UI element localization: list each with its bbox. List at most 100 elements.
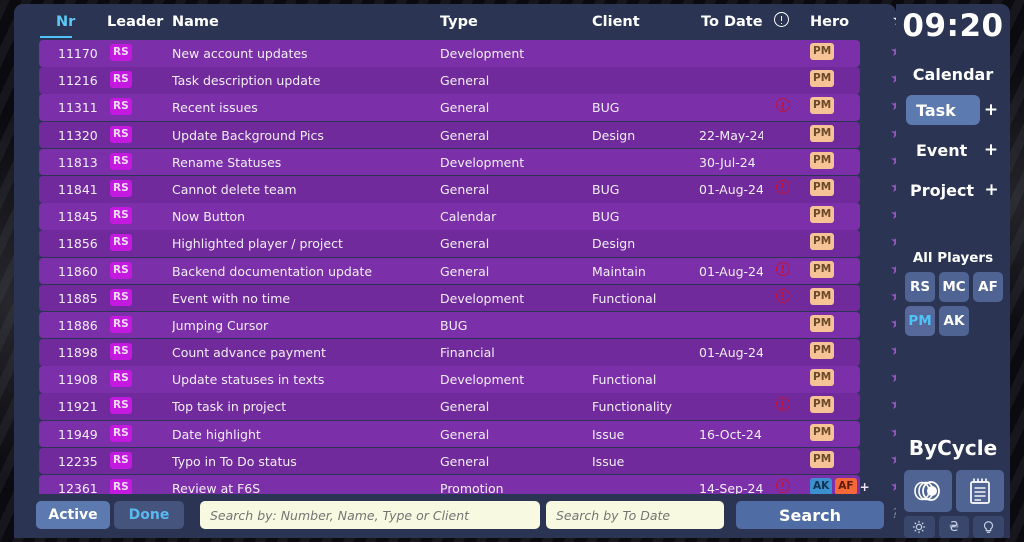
table-row[interactable]: 11216RSTask description updateGeneralPM★ (14, 67, 896, 94)
leader-badge[interactable]: RS (110, 343, 132, 361)
hero-badge[interactable]: PM (810, 369, 835, 387)
cell-hero[interactable]: PM (810, 124, 837, 142)
column-header-hero[interactable]: Hero (810, 14, 849, 30)
leader-badge[interactable]: RS (110, 288, 132, 306)
cell-hero[interactable]: PM (810, 287, 837, 305)
leader-badge[interactable]: RS (110, 451, 132, 469)
cell-hero[interactable]: PM (810, 151, 837, 169)
cell-leader[interactable]: RS (110, 43, 132, 61)
cell-leader[interactable]: RS (110, 125, 132, 143)
column-header-type[interactable]: Type (440, 14, 478, 30)
hero-badge[interactable]: PM (810, 287, 835, 305)
table-row[interactable]: 12235 RS Typo in To Do status General Issue P… (14, 447, 896, 475)
table-row[interactable]: 11841 RS Cannot delete team General BUG 01-Au… (14, 175, 896, 203)
cell-leader[interactable]: RS (110, 70, 132, 89)
cell-hero[interactable]: PM (810, 206, 837, 224)
cell-hero[interactable]: PM (810, 423, 837, 441)
leader-badge[interactable]: RS (110, 125, 132, 143)
cell-hero[interactable]: PM (810, 396, 837, 414)
cell-leader[interactable]: RS (110, 315, 132, 333)
add-task-button[interactable]: + (980, 100, 1002, 120)
cell-hero[interactable]: PM (810, 342, 837, 360)
column-header-nr[interactable]: Nr (56, 14, 75, 30)
leader-badge[interactable]: RS (110, 207, 132, 225)
cell-hero[interactable]: PM (810, 178, 837, 196)
hero-badge[interactable]: PM (810, 178, 835, 196)
hero-badge[interactable]: PM (810, 151, 835, 169)
player-filter-mc[interactable]: MC (939, 272, 969, 302)
sidebar-item-task[interactable]: Task + (906, 95, 1002, 125)
column-header-to-date[interactable]: To Date (701, 14, 763, 30)
leader-badge[interactable]: RS (110, 71, 132, 89)
sidebar-item-project[interactable]: Project + (906, 175, 1002, 205)
leader-badge[interactable]: RS (110, 397, 132, 415)
cell-leader[interactable]: RS (110, 233, 132, 252)
cell-leader[interactable]: RS (110, 261, 132, 279)
add-event-button[interactable]: + (980, 140, 1002, 160)
lightbulb-icon-button[interactable] (973, 516, 1005, 538)
hero-badge[interactable]: AK (810, 478, 833, 494)
leader-badge[interactable]: RS (110, 98, 132, 116)
column-header-name[interactable]: Name (172, 14, 219, 30)
hero-badge[interactable]: PM (810, 450, 835, 468)
cell-hero[interactable]: PM (810, 233, 837, 251)
table-row[interactable]: 11813 RS Rename Statuses Development 30-Jul-… (14, 148, 896, 176)
hero-badge[interactable]: AF (835, 478, 857, 494)
search-input[interactable] (200, 501, 540, 529)
cell-hero[interactable]: PM (810, 260, 837, 278)
leader-badge[interactable]: RS (110, 44, 132, 61)
table-row[interactable]: 11921 RS Top task in project General Functio… (14, 393, 896, 421)
table-row[interactable]: 11898 RS Count advance payment Financial 01-… (14, 339, 896, 366)
hryvnia-currency-icon-button[interactable]: ₴ (938, 516, 970, 538)
table-row[interactable]: 11845RSNow ButtonCalendarBUGPM★ (14, 203, 896, 230)
table-row[interactable]: 11860 RS Backend documentation update Gener… (14, 257, 896, 285)
hero-badge[interactable]: PM (810, 43, 835, 60)
cell-hero[interactable]: PM (810, 314, 837, 332)
table-row[interactable]: 11311RSRecent issuesGeneralBUGPM★ (14, 94, 896, 121)
table-row[interactable]: 11856 RS Highlighted player / project Gener… (14, 230, 896, 257)
sidebar-item-project-label[interactable]: Project (906, 175, 981, 205)
notepad-icon-button[interactable] (956, 470, 1004, 512)
hero-badge[interactable]: PM (810, 342, 835, 360)
column-header-leader[interactable]: Leader (107, 14, 163, 30)
table-row[interactable]: 11170RSNew account updatesDevelopmentPM★ (14, 40, 896, 67)
filter-done-button[interactable]: Done (114, 501, 184, 529)
cell-leader[interactable]: RS (110, 451, 132, 469)
leader-badge[interactable]: RS (110, 370, 132, 388)
player-filter-ak[interactable]: AK (939, 306, 969, 336)
cell-hero[interactable]: PM (810, 43, 837, 60)
table-row[interactable]: 11886RSJumping CursorBUGPM★ (14, 311, 896, 339)
cell-leader[interactable]: RS (110, 97, 132, 116)
table-row[interactable]: 12361 RS Review at F6S Promotion 14-Sep-24 AK… (14, 475, 896, 494)
hero-badge[interactable]: PM (810, 124, 835, 142)
hero-badge[interactable]: PM (810, 97, 835, 115)
hero-badge[interactable]: PM (810, 396, 835, 414)
search-to-date-input[interactable] (546, 501, 724, 529)
hero-badge[interactable]: PM (810, 423, 835, 441)
add-hero-button[interactable]: + (860, 480, 870, 494)
hero-badge[interactable]: PM (810, 206, 835, 224)
cell-leader[interactable]: RS (110, 396, 132, 415)
cell-leader[interactable]: RS (110, 288, 132, 306)
gear-icon-button[interactable] (904, 516, 935, 538)
cell-leader[interactable]: RS (110, 478, 132, 494)
sidebar-item-event[interactable]: Event + (906, 135, 1002, 165)
sidebar-item-task-label[interactable]: Task (906, 95, 980, 125)
hero-badge[interactable]: PM (810, 314, 835, 332)
leader-badge[interactable]: RS (110, 424, 132, 442)
hero-badge[interactable]: PM (810, 260, 835, 278)
leader-badge[interactable]: RS (110, 179, 132, 197)
column-header-client[interactable]: Client (592, 14, 640, 30)
sidebar-item-event-label[interactable]: Event (906, 135, 980, 165)
cell-leader[interactable]: RS (110, 152, 132, 170)
cell-hero[interactable]: PM (810, 450, 837, 468)
cell-hero[interactable]: AK AF + (810, 478, 870, 494)
cell-hero[interactable]: PM (810, 97, 837, 115)
table-row[interactable]: 11885 RS Event with no time Development Func… (14, 284, 896, 312)
cell-leader[interactable]: RS (110, 206, 132, 225)
leader-badge[interactable]: RS (110, 315, 132, 333)
column-header-alert-icon[interactable] (774, 12, 789, 31)
cell-leader[interactable]: RS (110, 342, 132, 361)
cell-leader[interactable]: RS (110, 369, 132, 388)
filter-active-button[interactable]: Active (36, 501, 110, 529)
